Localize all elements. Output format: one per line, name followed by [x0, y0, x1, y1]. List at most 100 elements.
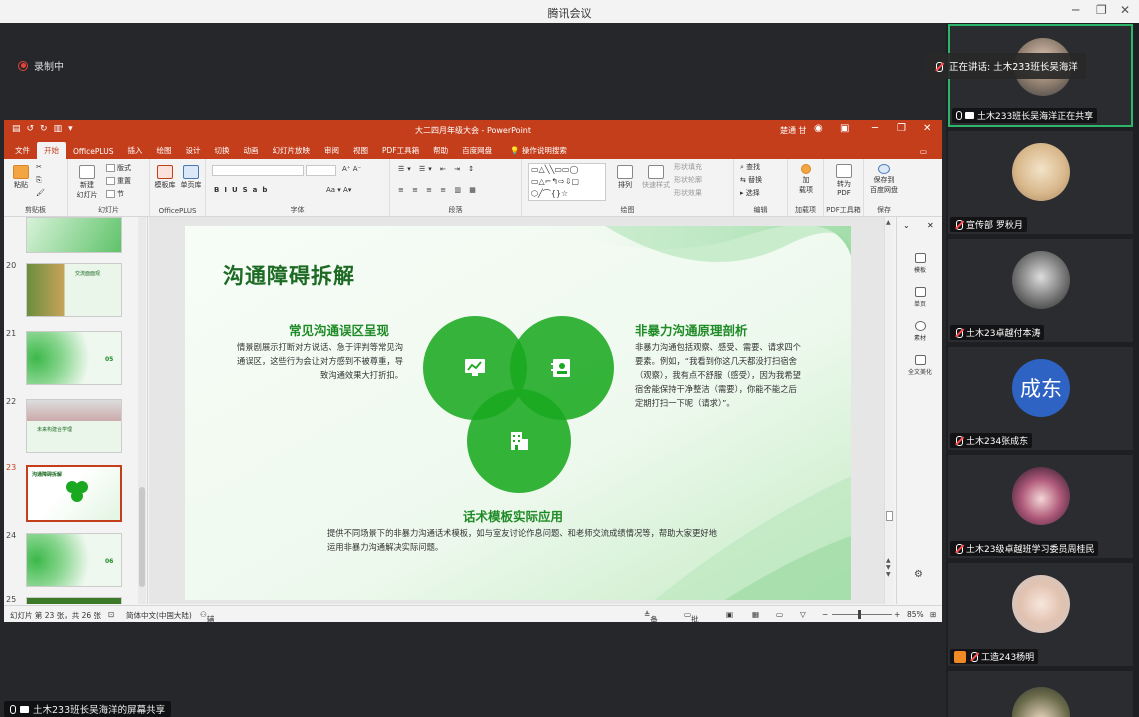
font-color-icon[interactable]: Aa ▾ A▾ [326, 186, 351, 194]
scroll-up-icon[interactable]: ▲ [886, 219, 891, 226]
ppt-minimize-icon[interactable]: ─ [872, 123, 878, 134]
shape-effect-button[interactable]: 形状效果 [674, 188, 702, 198]
tab-1[interactable]: 开始 [37, 142, 66, 159]
slide-thumbnail-24[interactable]: 06 [26, 533, 122, 587]
slide-thumbnail-21[interactable]: 05 [26, 331, 122, 385]
tab-0[interactable]: 文件 [8, 142, 37, 159]
align-buttons[interactable]: ≡ ≡ ≡ ≡ ▥ ▦ [398, 186, 479, 194]
reset-button[interactable]: 重置 [106, 176, 131, 186]
ppt-restore-icon[interactable]: ❐ [897, 123, 906, 134]
fit-slide-icon[interactable]: ⊞ [930, 610, 936, 619]
list-buttons[interactable]: ☰▾ ☰▾ ⇤ ⇥ ↕ [398, 165, 477, 173]
participant-tile[interactable]: 土木23级卓越班学习委员周桂民 [948, 455, 1133, 558]
zoom-in-icon[interactable]: + [894, 610, 900, 619]
left-heading: 常见沟通误区呈现 [289, 323, 390, 338]
template-library-button[interactable]: 模板库 [153, 165, 177, 190]
notes-button[interactable]: ≜ 备注 [644, 610, 658, 622]
tab-4[interactable]: 绘图 [149, 142, 178, 159]
scroll-thumb[interactable] [139, 487, 145, 587]
tab-12[interactable]: 帮助 [426, 142, 455, 159]
slide-thumbnail-19[interactable] [26, 217, 122, 253]
accessibility[interactable]: ⚇ 辅助功能: 调查 [200, 610, 214, 622]
current-slide[interactable]: 沟通障碍拆解 常见沟通误区呈现 情景剧展示打断对方说话、急于评判等常见沟通误区，… [185, 226, 851, 600]
scroll-down-icon[interactable]: ▲ ▼ ▼ [886, 557, 891, 578]
quick-style-button[interactable]: 快速样式 [640, 165, 672, 190]
spell-check-icon[interactable]: ⊡ [108, 610, 114, 619]
normal-view-icon[interactable]: ▣ [726, 610, 733, 619]
panel-material-button[interactable]: 素材 [897, 321, 942, 342]
shape-outline-button[interactable]: 形状轮廓 [674, 175, 702, 185]
panel-close-icon[interactable]: ✕ [927, 221, 934, 230]
format-painter-icon[interactable]: 🖌 [36, 189, 45, 197]
tab-3[interactable]: 插入 [120, 142, 149, 159]
settings-gear-icon[interactable]: ⚙ [914, 569, 923, 580]
group-label: 绘图 [620, 206, 635, 214]
grow-font-icon[interactable]: A⁺ A⁻ [342, 165, 361, 173]
comments-button[interactable]: ▭ 批注 [684, 610, 699, 622]
participant-tile[interactable]: 土木23卓越付本涛 [948, 239, 1133, 342]
ribbon-display-icon[interactable]: ▣ [840, 123, 849, 134]
paste-button[interactable]: 粘贴 [10, 165, 32, 190]
participant-tile[interactable]: 宣传部 罗秋月 [948, 131, 1133, 234]
recording-indicator[interactable]: 录制中 [18, 58, 64, 73]
participant-tile[interactable]: 成东 土木234张成东 [948, 347, 1133, 450]
shapes-gallery[interactable]: ▭△╲╲▭▭◯ ▭△⌐↰⇨⇩▢ ⬡╱⌒{}☆ [528, 163, 606, 201]
participant-tile[interactable] [948, 671, 1133, 717]
addins-button[interactable]: 加载项 [794, 164, 818, 195]
font-format-buttons[interactable]: BIUSab [214, 186, 272, 194]
new-slide-button[interactable]: 新建 幻灯片 [74, 165, 100, 200]
slide-sorter-icon[interactable]: ▦ [752, 610, 759, 619]
tab-5[interactable]: 设计 [178, 142, 207, 159]
font-size-select[interactable] [306, 165, 336, 176]
scroll-thumb[interactable] [886, 511, 893, 521]
collapse-icon[interactable]: ⌄ [903, 221, 910, 230]
replace-button[interactable]: ⇆ 替换 [740, 175, 762, 185]
tab-6[interactable]: 切换 [207, 142, 236, 159]
ppt-user-name[interactable]: 楚通 甘 [780, 125, 807, 136]
minimize-icon[interactable]: ─ [1072, 3, 1079, 17]
tab-9[interactable]: 审阅 [317, 142, 346, 159]
thumbnails-scrollbar[interactable] [138, 217, 146, 604]
panel-beautify-button[interactable]: 全文美化 [897, 355, 942, 376]
save-baidu-button[interactable]: 保存到 百度网盘 [866, 164, 902, 195]
tab-2[interactable]: OfficePLUS [66, 144, 120, 159]
tab-7[interactable]: 动画 [236, 142, 265, 159]
restore-icon[interactable]: ❐ [1096, 3, 1107, 17]
slide-scrollbar[interactable]: ▲ ▲ ▼ ▼ [884, 217, 894, 604]
cut-icon[interactable]: ✂ [36, 163, 42, 171]
zoom-slider-thumb[interactable] [858, 610, 861, 619]
panel-single-button[interactable]: 单页 [897, 287, 942, 308]
zoom-slider[interactable] [832, 610, 892, 619]
tell-me-search[interactable]: 💡 操作说明搜索 [503, 142, 574, 159]
convert-pdf-button[interactable]: 转为 PDF [830, 164, 858, 197]
tab-8[interactable]: 幻灯片放映 [265, 142, 317, 159]
close-icon[interactable]: ✕ [1120, 3, 1130, 17]
comment-icon[interactable]: ▭ [913, 144, 934, 159]
slide-number: 22 [6, 397, 17, 406]
zoom-out-icon[interactable]: − [822, 610, 828, 619]
slide-thumbnail-25[interactable] [26, 597, 122, 604]
group-clipboard: 粘贴 ✂ ⎘ 🖌 剪贴板 [4, 159, 68, 217]
reading-view-icon[interactable]: ▭ [776, 610, 783, 619]
slide-thumbnail-20[interactable]: 交流面面观 [26, 263, 122, 317]
slide-thumbnail-23[interactable]: 沟通障碍拆解 [26, 465, 122, 522]
layout-button[interactable]: 版式 [106, 163, 131, 173]
language[interactable]: 简体中文(中国大陆) [126, 610, 192, 621]
panel-template-button[interactable]: 模板 [897, 253, 942, 274]
user-avatar-icon[interactable]: ◉ [814, 123, 823, 134]
shape-fill-button[interactable]: 形状填充 [674, 162, 702, 172]
participant-tile[interactable]: 工造243杨明 [948, 563, 1133, 666]
slide-thumbnail-22[interactable]: 未来构建合学理 [26, 399, 122, 453]
ppt-close-icon[interactable]: ✕ [923, 123, 931, 134]
find-button[interactable]: ⌕ 查找 [740, 162, 760, 172]
tab-10[interactable]: 视图 [346, 142, 375, 159]
select-button[interactable]: ▸ 选择 [740, 188, 760, 198]
slideshow-icon[interactable]: ▽ [800, 610, 806, 619]
arrange-button[interactable]: 排列 [614, 165, 636, 190]
section-button[interactable]: 节 [106, 189, 124, 199]
font-name-select[interactable] [212, 165, 304, 176]
single-page-library-button[interactable]: 单页库 [179, 165, 203, 190]
copy-icon[interactable]: ⎘ [36, 176, 42, 185]
tab-13[interactable]: 百度网盘 [455, 142, 499, 159]
tab-11[interactable]: PDF工具箱 [375, 142, 426, 159]
